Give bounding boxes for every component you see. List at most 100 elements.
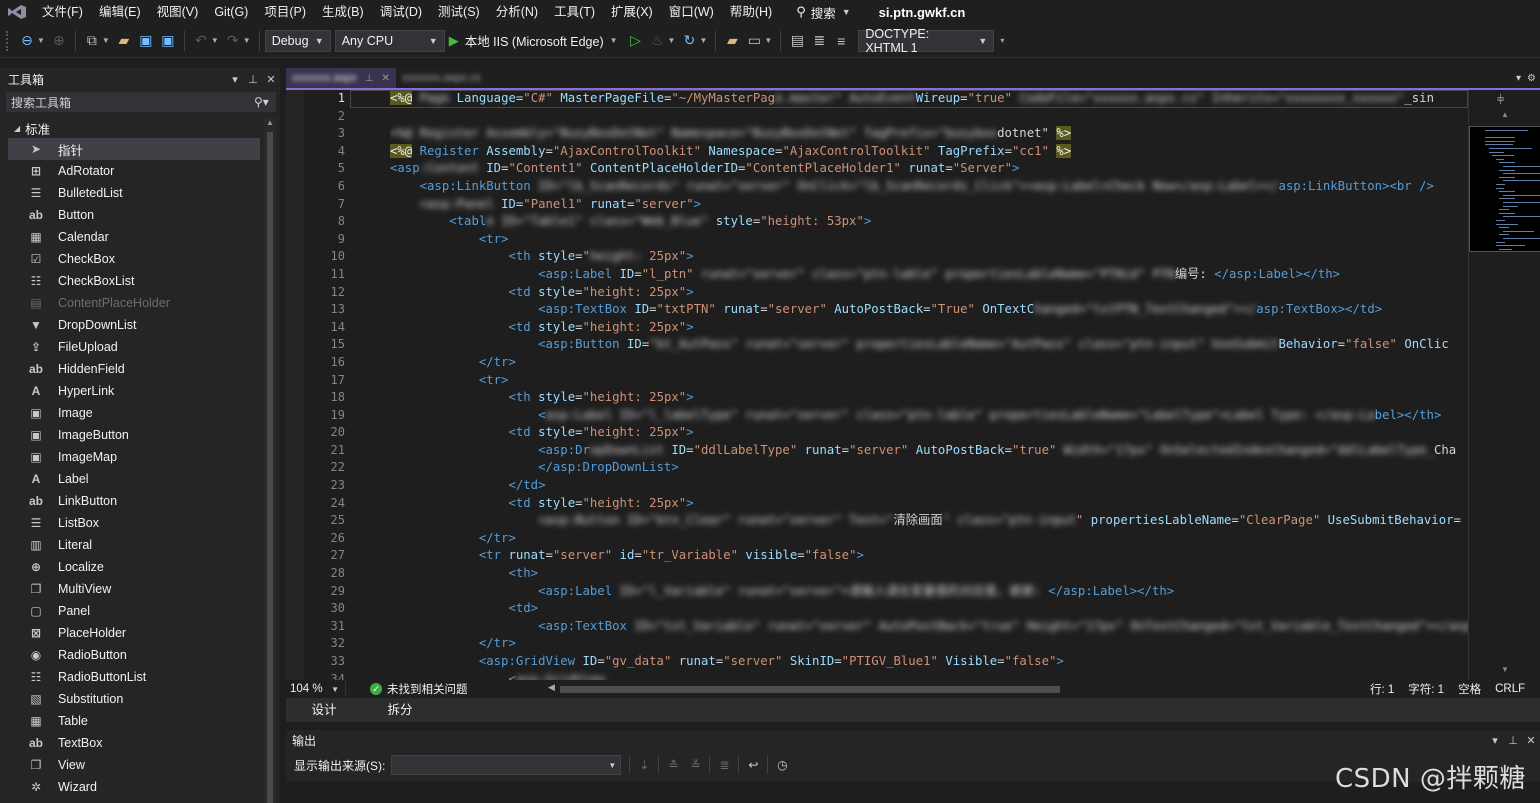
tab-list-icon[interactable]: ▾ [1516, 73, 1521, 84]
tab-split[interactable]: 拆分 [362, 698, 438, 722]
comment-icon[interactable]: ≣ [808, 30, 830, 52]
toolbox-item[interactable]: ✲ Wizard [8, 776, 260, 798]
menu-item[interactable]: 扩展(X) [603, 0, 661, 24]
menu-search[interactable]: ⚲ 搜索 ▼ [788, 3, 858, 22]
next-message-icon[interactable]: ≚ [684, 755, 706, 775]
code-line[interactable]: </asp:DropDownList> [390, 459, 1468, 477]
previous-message-icon[interactable]: ≛ [662, 755, 684, 775]
toolbox-item[interactable]: ▥ Literal [8, 534, 260, 556]
chevron-down-icon[interactable]: ▼ [102, 36, 110, 45]
toolbox-item[interactable]: ab HiddenField [8, 358, 260, 380]
menu-item[interactable]: 测试(S) [430, 0, 488, 24]
toolbox-item[interactable]: ▢ Panel [8, 600, 260, 622]
code-line[interactable]: </td> [390, 477, 1468, 495]
toolbar-grip[interactable] [6, 30, 10, 51]
redo-icon[interactable]: ↷ [222, 30, 244, 52]
chevron-down-icon[interactable]: ▼ [668, 36, 676, 45]
toolbox-item[interactable]: ⊠ PlaceHolder [8, 622, 260, 644]
menu-item[interactable]: 编辑(E) [91, 0, 149, 24]
toolbox-item[interactable]: ▣ ImageButton [8, 424, 260, 446]
toolbox-item[interactable]: ab Button [8, 204, 260, 226]
close-tab-icon[interactable]: ✕ [382, 73, 390, 84]
menu-item[interactable]: 文件(F) [34, 0, 91, 24]
code-line[interactable]: <asp:Panel ID="Panel1" runat="server"> [390, 196, 1468, 214]
document-tab[interactable]: xxxxxxx.aspx ⊥ ✕ [286, 68, 396, 88]
toolbox-item[interactable]: ☷ CheckBoxList [8, 270, 260, 292]
code-line[interactable]: <%@ Register Assembly="AjaxControlToolki… [390, 143, 1468, 161]
code-line[interactable]: <asp:Label ID="l_Variable" runat="server… [390, 583, 1468, 601]
toolbox-item[interactable]: ▦ Calendar [8, 226, 260, 248]
toolbox-item[interactable]: ☰ ListBox [8, 512, 260, 534]
toolbox-item[interactable]: ⊞ AdRotator [8, 160, 260, 182]
search-icon[interactable]: ⚲▾ [254, 95, 276, 109]
code-line[interactable]: <th style="height: 25px"> [390, 248, 1468, 266]
code-line[interactable]: <th style="height: 25px"> [390, 389, 1468, 407]
start-without-debugging-icon[interactable]: ▷ [625, 30, 647, 52]
document-icon[interactable]: ▤ [786, 30, 808, 52]
configuration-select[interactable]: Debug ▼ [264, 29, 331, 52]
menu-item[interactable]: 视图(V) [149, 0, 207, 24]
close-icon[interactable]: ✕ [262, 73, 280, 86]
whitespace-indicator[interactable]: 空格 [1458, 681, 1481, 697]
code-line[interactable]: <asp:Button ID = "bt_AutPass" runat="serve… [390, 336, 1468, 354]
zoom-select[interactable]: 104 % ▼ [286, 681, 346, 697]
split-window-icon[interactable]: ⫩ [1497, 92, 1504, 108]
code-line[interactable]: <td> [390, 600, 1468, 618]
pin-tab-icon[interactable]: ⊥ [365, 73, 374, 84]
navigate-forward-icon[interactable]: ⊕ [48, 30, 70, 52]
visual-studio-logo-icon[interactable] [0, 0, 34, 24]
toolbox-item[interactable]: ❐ MultiView [8, 578, 260, 600]
menu-item[interactable]: Git(G) [206, 0, 256, 24]
undo-icon[interactable]: ↶ [190, 30, 212, 52]
code-line[interactable]: <table ID="Table1" class="Web_Blue" styl… [390, 213, 1468, 231]
code-line[interactable]: <td style="height: 25px"> [390, 284, 1468, 302]
pin-icon[interactable]: ⊥ [244, 73, 262, 86]
toolbox-scrollbar[interactable]: ▲ [264, 118, 276, 803]
toolbox-item[interactable]: ☑ CheckBox [8, 248, 260, 270]
refresh-icon[interactable]: ↻ [678, 30, 700, 52]
chevron-down-icon[interactable]: ▼ [699, 36, 707, 45]
issues-indicator[interactable]: ✓ 未找到相关问题 [370, 681, 468, 697]
clear-all-icon[interactable]: ≣ [713, 755, 735, 775]
code-line[interactable]: <td style="height: 25px"> [390, 319, 1468, 337]
toolbox-item[interactable]: ➤ 指针 [8, 138, 260, 160]
platform-select[interactable]: Any CPU ▼ [334, 29, 445, 52]
horizontal-scrollbar[interactable]: ◀ ▶ [548, 682, 1338, 694]
find-message-icon[interactable]: ⇣ [633, 755, 655, 775]
code-line[interactable]: <asp:TextBox ID="txtPTN" runat="server" … [390, 301, 1468, 319]
toolbox-item[interactable]: ❐ View [8, 754, 260, 776]
window-layout-icon[interactable]: ▭ [743, 30, 765, 52]
code-line[interactable]: <td style="height: 25px"> [390, 495, 1468, 513]
menu-item[interactable]: 生成(B) [314, 0, 372, 24]
code-editor[interactable]: 1 2 3 4 5 6 7 8 9 10 11 12 13 14 15 16 17 18 19 20 21 22 23 24 2… [286, 90, 1540, 680]
navigate-back-icon[interactable]: ⊖ [16, 30, 38, 52]
code-line[interactable]: <td style="height: 25px"> [390, 424, 1468, 442]
code-line[interactable]: <th> [390, 565, 1468, 583]
code-line[interactable]: <asp:Label ID="l_ptn" runat="server" cla… [390, 266, 1468, 284]
output-source-select[interactable]: ▼ [391, 755, 622, 775]
toolbox-item[interactable]: ▼ DropDownList [8, 314, 260, 336]
scroll-left-icon[interactable]: ◀ [548, 682, 555, 693]
toolbar-overflow-icon[interactable]: ▾ [1000, 36, 1004, 45]
menu-item[interactable]: 分析(N) [488, 0, 546, 24]
toolbox-item[interactable]: ab TextBox [8, 732, 260, 754]
toolbox-item[interactable]: ☰ BulletedList [8, 182, 260, 204]
code-line[interactable]: <%@ Page Language="C#" MasterPageFile="~… [390, 90, 1468, 108]
save-icon[interactable]: ▣ [135, 30, 157, 52]
code-line[interactable]: <asp:GridView ID="gv_data" runat="server… [390, 653, 1468, 671]
code-line[interactable] [390, 108, 1468, 126]
toolbox-item[interactable]: ▣ ImageMap [8, 446, 260, 468]
panel-menu-icon[interactable]: ▾ [226, 73, 244, 86]
menu-item[interactable]: 工具(T) [546, 0, 603, 24]
chevron-down-icon[interactable]: ▼ [211, 36, 219, 45]
toolbox-item[interactable]: ◉ RadioButton [8, 644, 260, 666]
code-line[interactable]: <asp:Content ID = "Content1" ContentPlaceH… [390, 160, 1468, 178]
code-line[interactable]: </tr> [390, 530, 1468, 548]
toolbox-item[interactable]: ▣ Image [8, 402, 260, 424]
start-debugging-button[interactable]: ▶ 本地 IIS (Microsoft Edge) ▼ [445, 31, 625, 50]
char-indicator[interactable]: 字符: 1 [1408, 681, 1444, 697]
code-line[interactable]: <asp:Label ID="l_labelType" runat="serve… [390, 407, 1468, 425]
toolbox-item[interactable]: ab LinkButton [8, 490, 260, 512]
scroll-down-icon[interactable]: ▼ [1501, 665, 1509, 674]
code-line[interactable]: </tr> [390, 635, 1468, 653]
